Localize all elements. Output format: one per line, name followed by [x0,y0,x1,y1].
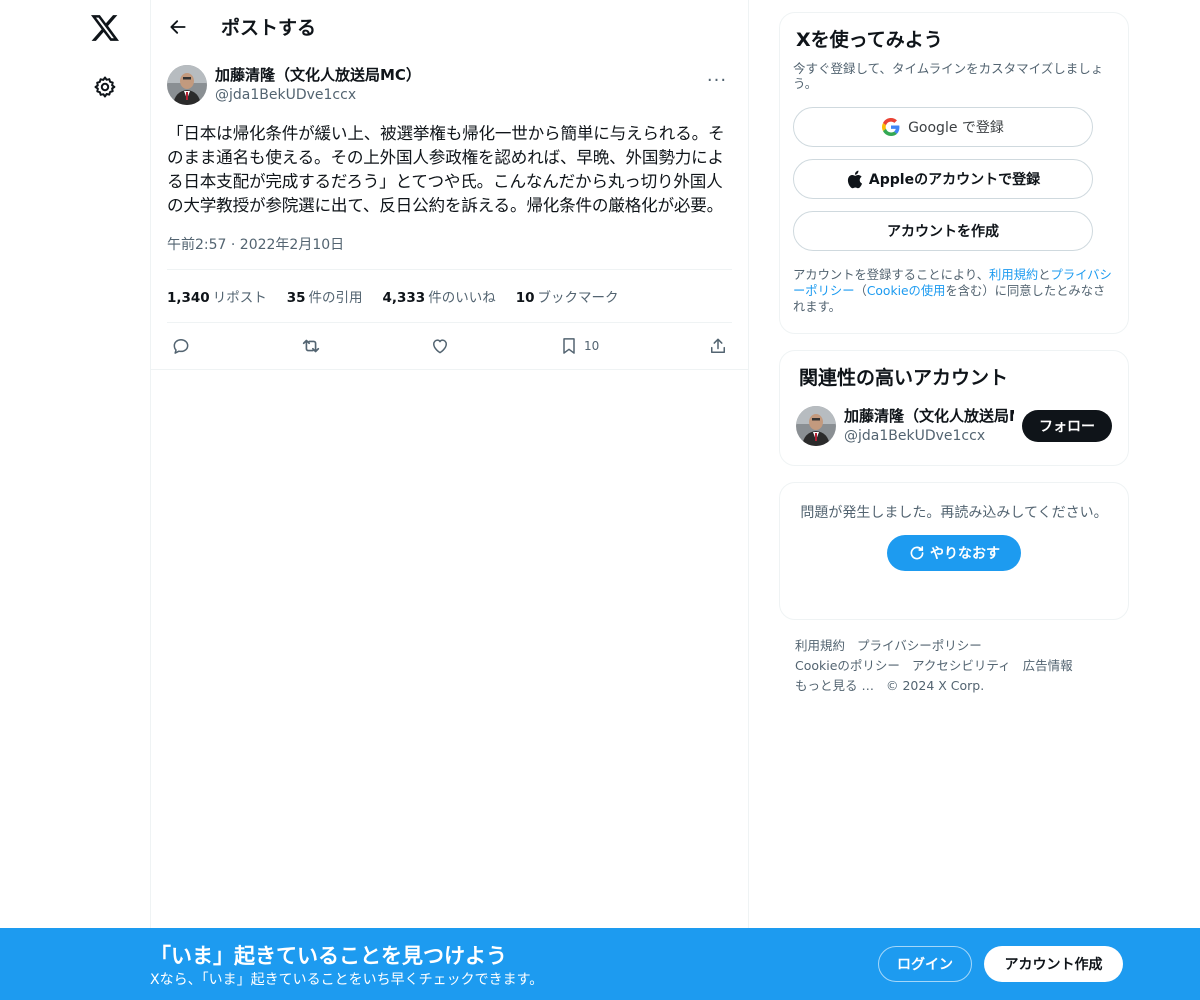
google-signup-label: Google で登録 [908,120,1004,136]
related-account-handle[interactable]: @jda1BekUDve1ccx [844,426,1014,446]
left-nav [0,0,150,1000]
tweet-stats: 1,340 リポスト 35 件の引用 4,333 件のいいね 10 ブックマーク [167,270,732,323]
related-account-row[interactable]: 加藤清隆（文化人放送局MC） @jda1BekUDve1ccx フォロー [796,406,1112,446]
footer-more[interactable]: もっと見る … [795,678,874,693]
retry-button[interactable]: やりなおす [887,535,1021,571]
signup-button[interactable]: アカウント作成 [984,946,1123,982]
stat-label: 件のいいね [428,290,496,306]
stat-likes[interactable]: 4,333 件のいいね [383,286,496,306]
cookie-link[interactable]: Cookieの使用 [867,284,946,298]
footer-copyright: © 2024 X Corp. [885,678,985,693]
signup-card: Xを使ってみよう 今すぐ登録して、タイムラインをカスタマイズしましょう。 Goo… [779,12,1129,334]
legal-open: （ [854,284,867,298]
bottom-bar-title: 「いま」起きていることを見つけよう [150,944,507,968]
create-account-button[interactable]: アカウントを作成 [793,211,1093,251]
refresh-icon [910,546,924,560]
related-account-info: 加藤清隆（文化人放送局MC） @jda1BekUDve1ccx [844,406,1014,446]
more-icon: ··· [706,69,728,91]
avatar[interactable] [796,406,836,446]
apple-icon [847,170,862,188]
signup-title: Xを使ってみよう [796,29,943,51]
gear-icon[interactable] [80,62,130,112]
repost-icon [302,339,319,353]
apple-signup-label: Appleのアカウントで登録 [868,172,1041,188]
bookmark-button[interactable]: 10 [559,331,599,361]
stat-count: 10 [515,290,535,306]
arrow-left-icon[interactable] [165,14,191,40]
bookmark-icon [563,338,575,354]
follow-button[interactable]: フォロー [1022,410,1112,442]
main-column: ポストする 加藤清隆（文化人放送局MC） @jda1BekUDve1ccx ··… [150,0,749,1000]
stat-label: リポスト [212,290,267,306]
avatar[interactable] [167,65,207,105]
google-icon [882,118,900,136]
stat-count: 4,333 [382,290,426,306]
legal-text: アカウントを登録することにより、利用規約とプライバシーポリシー（Cookieの使… [793,267,1115,315]
author-handle[interactable]: @jda1BekUDve1ccx [215,85,421,105]
stat-bookmarks[interactable]: 10 ブックマーク [516,286,619,306]
stat-reposts[interactable]: 1,340 リポスト [167,286,267,306]
topbar: ポストする [151,0,748,53]
more-options-button[interactable]: ··· [702,65,732,95]
stat-count: 35 [286,290,306,306]
page-title: ポストする [221,17,317,39]
terms-link[interactable]: 利用規約 [989,268,1038,282]
footer-links: 利用規約 プライバシーポリシー Cookieのポリシー アクセシビリティ 広告情報 も… [795,636,1115,696]
footer-privacy[interactable]: プライバシーポリシー [857,638,982,653]
author-name[interactable]: 加藤清隆（文化人放送局MC） [215,65,421,85]
legal-prefix: アカウントを登録することにより、 [793,268,990,282]
x-logo-icon[interactable] [80,3,130,53]
heart-icon [433,339,448,354]
stat-label: 件の引用 [308,290,363,306]
tweet-timestamp[interactable]: 午前2:57 · 2022年2月10日 [167,234,732,270]
tweet-text: 「日本は帰化条件が緩い上、被選挙権も帰化一世から簡単に与えられる。そのまま通名も… [167,124,725,215]
author-info: 加藤清隆（文化人放送局MC） @jda1BekUDve1ccx [215,65,421,105]
tweet: 加藤清隆（文化人放送局MC） @jda1BekUDve1ccx ··· 「日本は… [151,53,748,370]
footer-accessibility[interactable]: アクセシビリティ [912,658,1011,673]
repost-button[interactable] [300,331,322,361]
footer-terms[interactable]: 利用規約 [795,638,845,653]
tweet-actions: 10 [167,323,732,369]
author-row: 加藤清隆（文化人放送局MC） @jda1BekUDve1ccx ··· [167,65,732,113]
share-icon [710,338,725,353]
stat-label: ブックマーク [537,290,619,306]
signup-subtitle: 今すぐ登録して、タイムラインをカスタマイズしましょう。 [793,61,1104,91]
google-signup-button[interactable]: Google で登録 [793,107,1093,147]
like-button[interactable] [430,331,450,361]
error-message: 問題が発生しました。再読み込みしてください。 [800,505,1108,521]
create-account-label: アカウントを作成 [887,224,999,240]
reply-button[interactable] [171,331,191,361]
reply-icon [173,339,189,354]
stat-quotes[interactable]: 35 件の引用 [287,286,363,306]
bottom-bar-subtitle: Xなら、「いま」起きていることをいち早くチェックできます。 [150,972,544,988]
related-accounts-card: 関連性の高いアカウント 加藤清隆（文化人放送局MC） @jda1BekUDve1… [779,350,1129,466]
error-card: 問題が発生しました。再読み込みしてください。 やりなおす [779,482,1129,620]
stat-count: 1,340 [167,290,210,306]
share-button[interactable] [708,331,728,361]
bottom-signup-bar: 「いま」起きていることを見つけよう Xなら、「いま」起きていることをいち早くチェ… [0,928,1200,1000]
related-account-name[interactable]: 加藤清隆（文化人放送局MC） [844,406,1014,426]
related-title: 関連性の高いアカウント [799,367,1009,389]
footer-cookie[interactable]: Cookieのポリシー [795,658,900,673]
footer-ads[interactable]: 広告情報 [1023,658,1073,673]
bookmark-count: 10 [584,339,600,353]
apple-signup-button[interactable]: Appleのアカウントで登録 [793,159,1093,199]
retry-label: やりなおす [930,546,1000,562]
legal-and: と [1038,268,1051,282]
login-button[interactable]: ログイン [878,946,972,982]
